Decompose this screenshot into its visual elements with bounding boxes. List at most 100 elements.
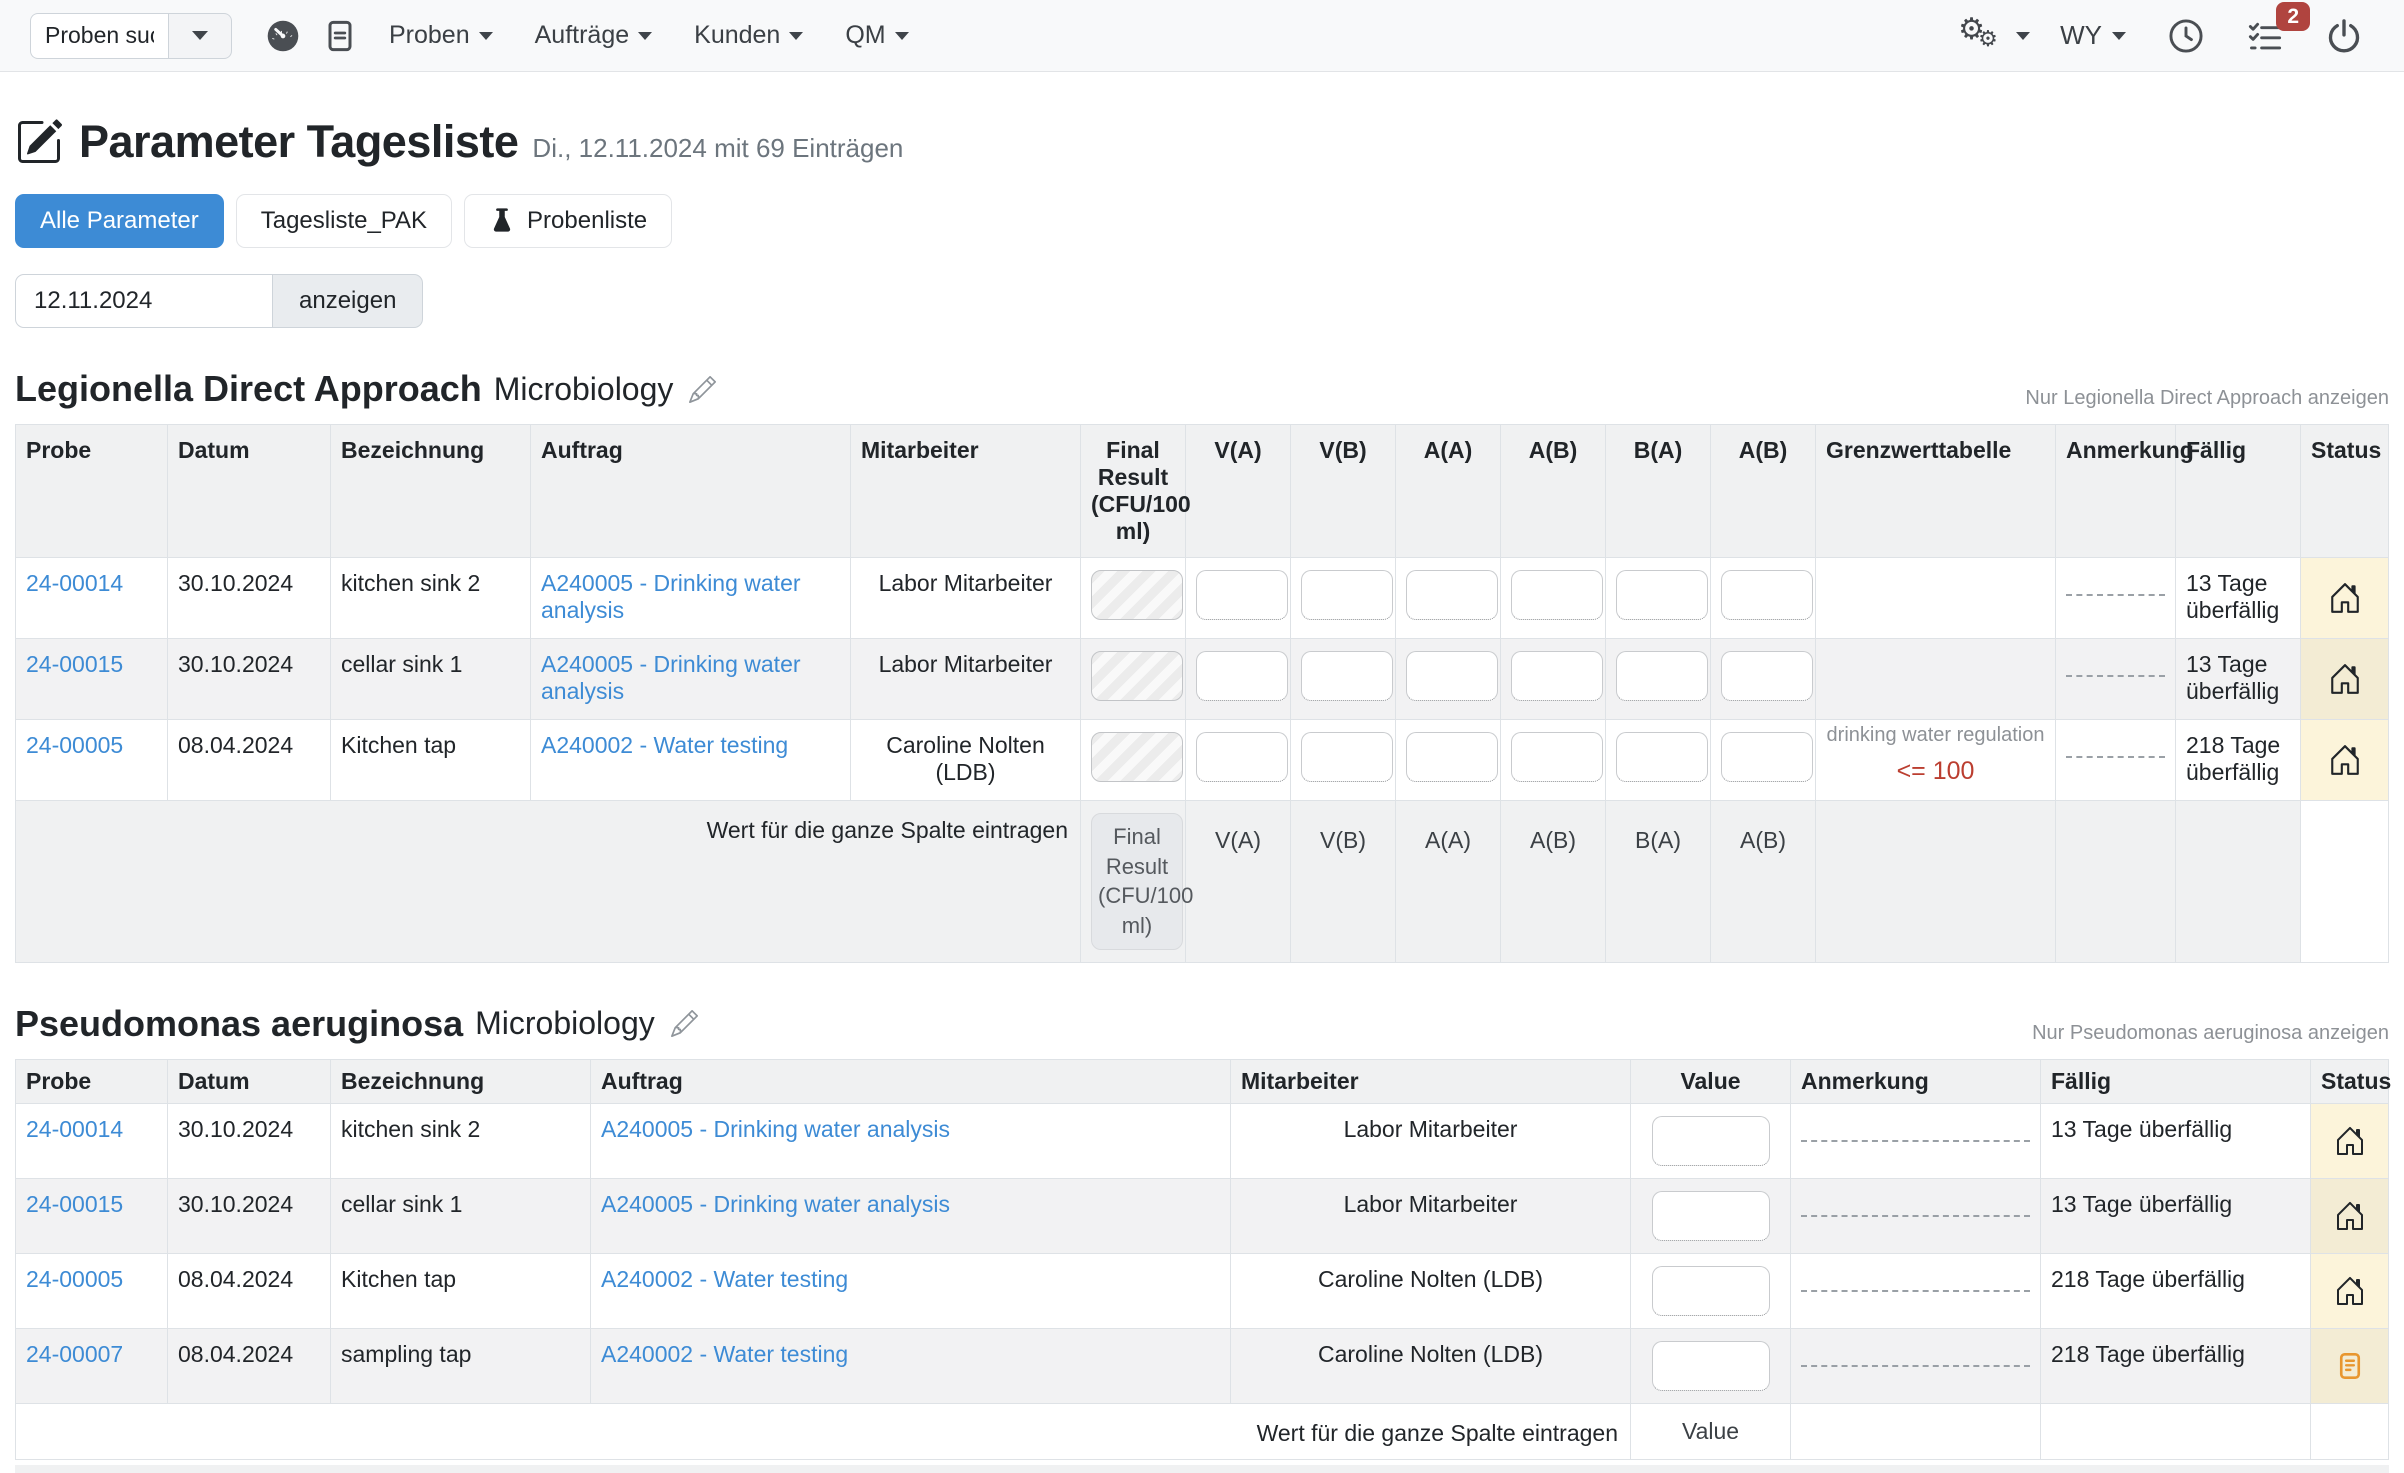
- empty-cell: [2056, 801, 2176, 963]
- empty-cell: [2311, 1403, 2389, 1459]
- anmerkung-field[interactable]: [1801, 1215, 2030, 1217]
- chevron-down-icon: [895, 32, 909, 40]
- fill-ab-button[interactable]: A(B): [1530, 827, 1576, 854]
- auftrag-link[interactable]: A240002 - Water testing: [541, 732, 788, 758]
- search-dropdown-button[interactable]: [168, 13, 232, 59]
- auftrag-link[interactable]: A240005 - Drinking water analysis: [541, 570, 801, 623]
- fill-vb-button[interactable]: V(B): [1320, 827, 1366, 854]
- col-ba: B(A): [1606, 425, 1711, 558]
- edit-section-icon[interactable]: [671, 1010, 698, 1037]
- probe-link[interactable]: 24-00014: [26, 1116, 123, 1142]
- anmerkung-field[interactable]: [1801, 1140, 2030, 1142]
- fill-va-button[interactable]: V(A): [1215, 827, 1261, 854]
- auftrag-link[interactable]: A240005 - Drinking water analysis: [601, 1116, 950, 1142]
- settings-menu[interactable]: ⚙ ⚙: [1958, 16, 2030, 56]
- history-clock-icon[interactable]: [2168, 18, 2204, 54]
- value-input[interactable]: [1652, 1341, 1770, 1391]
- search-input[interactable]: [30, 13, 168, 59]
- fill-ab2-button[interactable]: A(B): [1740, 827, 1786, 854]
- ab-input[interactable]: [1511, 732, 1603, 782]
- probe-link[interactable]: 24-00015: [26, 1191, 123, 1217]
- aa-input[interactable]: [1406, 651, 1498, 701]
- mitarbeiter-cell: Labor Mitarbeiter: [851, 558, 1081, 639]
- only-legionella-link[interactable]: Nur Legionella Direct Approach anzeigen: [2025, 387, 2389, 410]
- user-menu[interactable]: WY: [2060, 20, 2126, 51]
- ba-input[interactable]: [1616, 732, 1708, 782]
- all-parameters-button[interactable]: Alle Parameter: [15, 194, 224, 248]
- va-input[interactable]: [1196, 570, 1288, 620]
- probe-link[interactable]: 24-00005: [26, 1266, 123, 1292]
- only-pseudomonas-link[interactable]: Nur Pseudomonas aeruginosa anzeigen: [2032, 1022, 2389, 1045]
- datum-cell: 30.10.2024: [168, 1178, 331, 1253]
- auftrag-link[interactable]: A240002 - Water testing: [601, 1266, 848, 1292]
- grenzwert-cell: [1816, 639, 2056, 720]
- value-input[interactable]: [1652, 1116, 1770, 1166]
- col-status: Status: [2311, 1059, 2389, 1103]
- anmerkung-field[interactable]: [2066, 756, 2165, 758]
- fill-aa-button[interactable]: A(A): [1425, 827, 1471, 854]
- auftrag-link[interactable]: A240005 - Drinking water analysis: [541, 651, 801, 704]
- user-initials: WY: [2060, 20, 2102, 51]
- vb-input[interactable]: [1301, 651, 1393, 701]
- date-input[interactable]: [15, 274, 273, 328]
- logout-power-icon[interactable]: [2326, 18, 2362, 54]
- probe-link[interactable]: 24-00015: [26, 651, 123, 677]
- menu-qm-label: QM: [845, 21, 885, 50]
- anmerkung-field[interactable]: [2066, 594, 2165, 596]
- empty-cell: [2041, 1403, 2311, 1459]
- auftrag-link[interactable]: A240002 - Water testing: [601, 1341, 848, 1367]
- auftrag-link[interactable]: A240005 - Drinking water analysis: [601, 1191, 950, 1217]
- ba-input[interactable]: [1616, 570, 1708, 620]
- aa-input[interactable]: [1406, 732, 1498, 782]
- filter-buttons: Alle Parameter Tagesliste_PAK Probenlist…: [15, 194, 2389, 248]
- anmerkung-field[interactable]: [2066, 675, 2165, 677]
- menu-auftraege[interactable]: Aufträge: [535, 21, 653, 50]
- ab2-input[interactable]: [1721, 732, 1813, 782]
- anmerkung-field[interactable]: [1801, 1290, 2030, 1292]
- menu-qm[interactable]: QM: [845, 21, 908, 50]
- value-input[interactable]: [1652, 1191, 1770, 1241]
- fill-value-button[interactable]: Value: [1682, 1418, 1739, 1445]
- dashboard-icon[interactable]: [266, 19, 300, 53]
- empty-cell: [2301, 801, 2389, 963]
- faellig-cell: 218 Tage überfällig: [2041, 1328, 2311, 1403]
- menu-proben[interactable]: Proben: [389, 21, 493, 50]
- legionella-category: Microbiology: [494, 371, 674, 408]
- show-button[interactable]: anzeigen: [273, 274, 423, 328]
- bezeichnung-cell: sampling tap: [331, 1328, 591, 1403]
- ba-input[interactable]: [1616, 651, 1708, 701]
- bulk-entry-row: Wert für die ganze Spalte eintragen Valu…: [16, 1403, 2389, 1459]
- ab-input[interactable]: [1511, 570, 1603, 620]
- ab2-input[interactable]: [1721, 651, 1813, 701]
- document-icon[interactable]: [324, 19, 356, 53]
- faellig-cell: 13 Tage überfällig: [2041, 1103, 2311, 1178]
- datum-cell: 30.10.2024: [168, 639, 331, 720]
- va-input[interactable]: [1196, 651, 1288, 701]
- anmerkung-field[interactable]: [1801, 1365, 2030, 1367]
- probe-link[interactable]: 24-00005: [26, 732, 123, 758]
- empty-cell: [2176, 801, 2301, 963]
- task-list-button[interactable]: 2: [2246, 18, 2284, 54]
- fill-final-result-button[interactable]: Final Result (CFU/100 ml): [1091, 813, 1183, 950]
- home-icon: [2311, 743, 2378, 777]
- ab2-input[interactable]: [1721, 570, 1813, 620]
- probe-link[interactable]: 24-00007: [26, 1341, 123, 1367]
- mitarbeiter-cell: Labor Mitarbeiter: [851, 639, 1081, 720]
- probenliste-button[interactable]: Probenliste: [464, 194, 672, 248]
- value-input[interactable]: [1652, 1266, 1770, 1316]
- vb-input[interactable]: [1301, 570, 1393, 620]
- vb-input[interactable]: [1301, 732, 1393, 782]
- legionella-section-header: Legionella Direct Approach Microbiology …: [15, 368, 2389, 410]
- next-section-strip: [15, 1465, 2389, 1473]
- home-icon: [2321, 1200, 2378, 1232]
- edit-page-icon[interactable]: [15, 118, 63, 166]
- fill-ba-button[interactable]: B(A): [1635, 827, 1681, 854]
- va-input[interactable]: [1196, 732, 1288, 782]
- ab-input[interactable]: [1511, 651, 1603, 701]
- grenzwert-cell: [1816, 558, 2056, 639]
- menu-kunden[interactable]: Kunden: [694, 21, 803, 50]
- edit-section-icon[interactable]: [689, 376, 716, 403]
- probe-link[interactable]: 24-00014: [26, 570, 123, 596]
- tagesliste-pak-button[interactable]: Tagesliste_PAK: [236, 194, 452, 248]
- aa-input[interactable]: [1406, 570, 1498, 620]
